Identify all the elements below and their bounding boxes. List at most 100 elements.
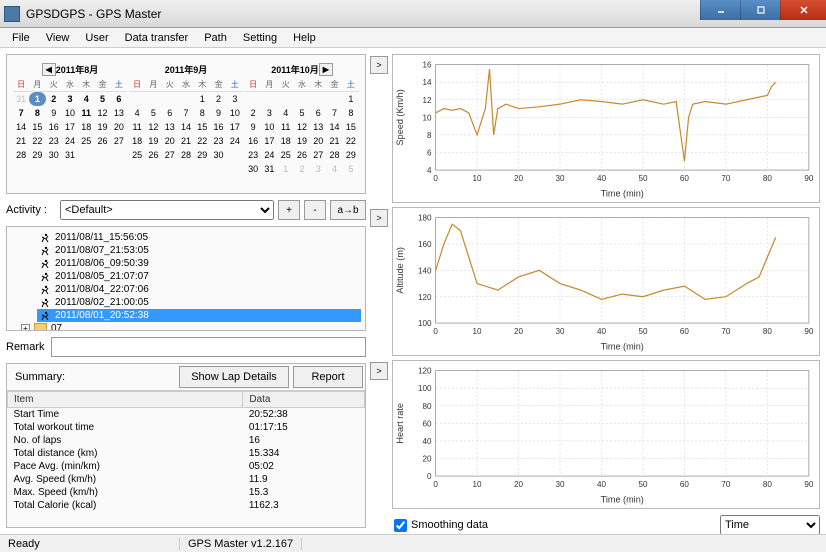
cal-day[interactable]: 9: [210, 106, 226, 120]
cal-day[interactable]: 17: [227, 120, 243, 134]
cal-day[interactable]: 5: [145, 106, 161, 120]
cal-day[interactable]: 23: [245, 148, 261, 162]
cal-day[interactable]: 14: [326, 120, 342, 134]
cal-day[interactable]: 15: [29, 120, 45, 134]
maximize-button[interactable]: [740, 0, 780, 20]
cal-day[interactable]: 21: [13, 134, 29, 148]
collapse-speed-chart[interactable]: >: [370, 56, 388, 74]
cal-day[interactable]: 23: [46, 134, 62, 148]
cal-day[interactable]: 21: [178, 134, 194, 148]
cal-day[interactable]: 31: [62, 148, 78, 162]
remark-input[interactable]: [51, 337, 366, 357]
cal-day[interactable]: 22: [29, 134, 45, 148]
cal-day[interactable]: 6: [111, 92, 127, 106]
activity-ab-button[interactable]: a→b: [330, 200, 366, 220]
menu-help[interactable]: Help: [285, 30, 324, 46]
cal-day[interactable]: 28: [13, 148, 29, 162]
cal-prev[interactable]: ◀: [42, 63, 56, 76]
activity-item[interactable]: 2011/08/06_09:50:39: [37, 257, 361, 270]
close-button[interactable]: [780, 0, 826, 20]
cal-day[interactable]: 19: [94, 120, 110, 134]
cal-day[interactable]: 25: [278, 148, 294, 162]
cal-day[interactable]: 7: [178, 106, 194, 120]
cal-day[interactable]: 4: [78, 92, 94, 106]
cal-day[interactable]: 16: [46, 120, 62, 134]
cal-day[interactable]: 13: [111, 106, 127, 120]
cal-day[interactable]: 19: [145, 134, 161, 148]
smoothing-checkbox[interactable]: [394, 519, 407, 532]
expand-icon[interactable]: +: [21, 324, 30, 331]
cal-day[interactable]: 10: [261, 120, 277, 134]
cal-day[interactable]: 9: [245, 120, 261, 134]
show-lap-details-button[interactable]: Show Lap Details: [179, 366, 289, 388]
cal-day[interactable]: 1: [29, 92, 45, 106]
menu-view[interactable]: View: [38, 30, 78, 46]
activity-item[interactable]: 2011/08/01_20:52:38: [37, 309, 361, 322]
menu-setting[interactable]: Setting: [235, 30, 285, 46]
cal-day[interactable]: 17: [261, 134, 277, 148]
cal-day[interactable]: 4: [129, 106, 145, 120]
menu-path[interactable]: Path: [196, 30, 235, 46]
activity-item[interactable]: 2011/08/11_15:56:05: [37, 231, 361, 244]
cal-day[interactable]: 6: [162, 106, 178, 120]
cal-day[interactable]: 2: [46, 92, 62, 106]
cal-day[interactable]: 29: [343, 148, 359, 162]
activity-select[interactable]: <Default>: [60, 200, 274, 220]
activity-remove-button[interactable]: -: [304, 200, 326, 220]
cal-day[interactable]: 29: [194, 148, 210, 162]
cal-day[interactable]: 27: [310, 148, 326, 162]
cal-day[interactable]: 26: [94, 134, 110, 148]
cal-day[interactable]: 11: [129, 120, 145, 134]
menu-file[interactable]: File: [4, 30, 38, 46]
xaxis-select[interactable]: Time: [720, 515, 820, 535]
cal-day[interactable]: 8: [343, 106, 359, 120]
activity-add-button[interactable]: +: [278, 200, 300, 220]
cal-day[interactable]: 3: [261, 106, 277, 120]
cal-day[interactable]: 7: [326, 106, 342, 120]
activity-item[interactable]: 2011/08/02_21:00:05: [37, 296, 361, 309]
cal-day[interactable]: 24: [227, 134, 243, 148]
menu-data-transfer[interactable]: Data transfer: [117, 30, 197, 46]
cal-day[interactable]: 14: [178, 120, 194, 134]
cal-day[interactable]: 27: [111, 134, 127, 148]
cal-day[interactable]: 20: [162, 134, 178, 148]
cal-day[interactable]: 4: [278, 106, 294, 120]
cal-day[interactable]: 2: [210, 92, 226, 106]
cal-next[interactable]: ▶: [319, 63, 333, 76]
activity-tree[interactable]: 2011/08/11_15:56:052011/08/07_21:53:0520…: [6, 226, 366, 331]
cal-day[interactable]: 12: [294, 120, 310, 134]
cal-day[interactable]: 12: [145, 120, 161, 134]
cal-day[interactable]: 22: [194, 134, 210, 148]
cal-day[interactable]: 20: [111, 120, 127, 134]
activity-item[interactable]: 2011/08/07_21:53:05: [37, 244, 361, 257]
cal-day[interactable]: 1: [194, 92, 210, 106]
cal-day[interactable]: 15: [343, 120, 359, 134]
report-button[interactable]: Report: [293, 366, 363, 388]
cal-day[interactable]: 17: [62, 120, 78, 134]
cal-day[interactable]: 7: [13, 106, 29, 120]
cal-day[interactable]: 18: [78, 120, 94, 134]
cal-day[interactable]: 30: [210, 148, 226, 162]
menu-user[interactable]: User: [77, 30, 116, 46]
cal-day[interactable]: 18: [278, 134, 294, 148]
cal-day[interactable]: 19: [294, 134, 310, 148]
cal-day[interactable]: 28: [326, 148, 342, 162]
cal-day[interactable]: 12: [94, 106, 110, 120]
cal-day[interactable]: 11: [278, 120, 294, 134]
cal-day[interactable]: 3: [227, 92, 243, 106]
cal-day[interactable]: 23: [210, 134, 226, 148]
cal-day[interactable]: 8: [29, 106, 45, 120]
cal-day[interactable]: 25: [78, 134, 94, 148]
cal-day[interactable]: 24: [62, 134, 78, 148]
cal-day[interactable]: 21: [326, 134, 342, 148]
activity-item[interactable]: 2011/08/05_21:07:07: [37, 270, 361, 283]
cal-day[interactable]: 28: [178, 148, 194, 162]
cal-day[interactable]: 16: [245, 134, 261, 148]
cal-day[interactable]: 9: [46, 106, 62, 120]
cal-day[interactable]: 20: [310, 134, 326, 148]
cal-day[interactable]: 8: [194, 106, 210, 120]
cal-day[interactable]: 30: [245, 162, 261, 176]
cal-day[interactable]: 27: [162, 148, 178, 162]
tree-folder[interactable]: +07: [19, 322, 361, 331]
collapse-heartrate-chart[interactable]: >: [370, 362, 388, 380]
